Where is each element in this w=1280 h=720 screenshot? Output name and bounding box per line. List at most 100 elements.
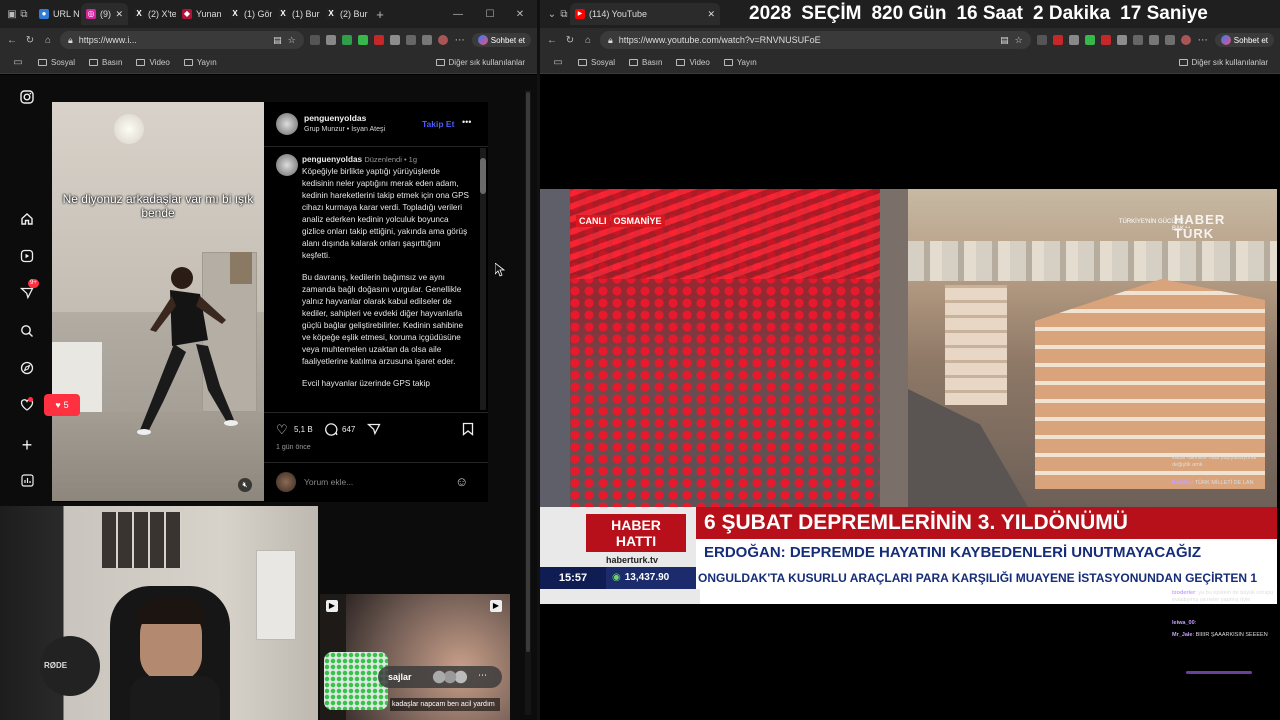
left-url-text[interactable]: https://www.i... (79, 35, 137, 45)
bookmark-folder[interactable]: Sosyal (578, 58, 615, 67)
youtube-player[interactable]: CANLI OSMANİYE TÜRKİYE'NİN GÜCÜNE BAK HA… (540, 189, 1277, 604)
sidebar-toggle-icon[interactable]: ▣ (6, 9, 18, 20)
bookmark-folder[interactable]: Basın (629, 58, 662, 67)
extension-icon[interactable] (389, 35, 400, 45)
bookmark-folder[interactable]: Yayın (183, 58, 217, 67)
like-count[interactable]: 5,1 B (294, 425, 313, 434)
collections-icon[interactable] (421, 35, 432, 45)
tab-item[interactable]: X(1) Gön✕ (225, 3, 272, 25)
split-screen-icon[interactable] (405, 35, 416, 45)
explore-nav-icon[interactable] (14, 361, 40, 381)
chat-username[interactable]: leiwa_00 (1172, 620, 1195, 626)
avatar[interactable] (276, 113, 298, 135)
right-address-bar[interactable]: 🔒︎ https://www.youtube.com/watch?v=RNVNU… (600, 31, 1031, 49)
workspaces-icon[interactable]: ⧉ (18, 9, 30, 20)
more-options-icon[interactable]: ••• (462, 117, 471, 127)
avatar[interactable] (276, 154, 298, 176)
new-tab-icon[interactable]: + (374, 7, 386, 22)
reader-icon[interactable]: ▤ (273, 35, 282, 46)
tab-close-icon[interactable]: ✕ (707, 9, 715, 20)
post-username[interactable]: penguenyoldas (304, 113, 366, 123)
minimize-icon[interactable]: — (452, 9, 464, 20)
extension-icon[interactable] (1052, 35, 1063, 45)
caption-username[interactable]: penguenyoldas (302, 155, 362, 164)
more-icon[interactable]: ⋯ (454, 35, 466, 46)
sidebar-toggle-icon[interactable]: ⌄ (546, 9, 558, 20)
reel-preview[interactable]: ▶ ▶ sajlar ⋯ kadaşlar napcam ben acil ya… (320, 594, 510, 720)
extension-icon[interactable] (1068, 35, 1079, 45)
caption-scroll-thumb[interactable] (480, 158, 486, 194)
home-icon[interactable]: ⌂ (42, 35, 54, 46)
close-window-icon[interactable]: ✕ (514, 9, 526, 20)
tab-item[interactable]: ●URL Ni✕ (34, 3, 80, 25)
comment-icon[interactable] (324, 422, 338, 441)
reel-play-icon[interactable]: ▶ (326, 600, 338, 612)
tab-item[interactable]: X(2) Burı✕ (321, 3, 368, 25)
emoji-icon[interactable]: ☺ (455, 474, 468, 489)
tab-close-icon[interactable]: ✕ (115, 9, 123, 20)
extension-icon[interactable] (1132, 35, 1143, 45)
back-icon[interactable]: ← (546, 35, 558, 46)
right-url-text[interactable]: https://www.youtube.com/watch?v=RNVNUSUF… (619, 35, 821, 45)
tab-item[interactable]: X(1) Burı✕ (273, 3, 320, 25)
copilot-button[interactable]: Sohbet et (471, 33, 531, 47)
other-bookmarks-folder[interactable]: Diğer sık kullanılanlar (1178, 58, 1268, 67)
bookmark-folder[interactable]: Basın (89, 58, 122, 67)
extension-icon[interactable] (357, 35, 368, 45)
profile-avatar[interactable] (437, 35, 448, 45)
chat-username[interactable]: Kokliliq (1172, 480, 1192, 486)
extension-icon[interactable] (373, 35, 384, 45)
extension-icon[interactable] (1100, 35, 1111, 45)
extension-icon[interactable] (1084, 35, 1095, 45)
mute-icon[interactable]: 🔇︎ (238, 478, 252, 492)
reader-icon[interactable]: ▤ (1000, 35, 1009, 46)
comment-input[interactable]: Yorum ekle... (304, 477, 353, 487)
tab-item[interactable]: ◎ (9) ✕ (81, 3, 128, 25)
tab-youtube[interactable]: ▶ (114) YouTube ✕ (570, 3, 720, 25)
workspaces-icon[interactable]: ⧉ (558, 9, 570, 20)
comment-count[interactable]: 647 (342, 425, 355, 434)
maximize-icon[interactable]: ☐ (484, 9, 496, 20)
back-icon[interactable]: ← (6, 35, 18, 46)
home-icon[interactable]: ⌂ (582, 35, 594, 46)
favorites-icon[interactable]: ▭ (12, 57, 24, 68)
bookmark-folder[interactable]: Video (136, 58, 170, 67)
reel-play-icon[interactable]: ▶ (490, 600, 502, 612)
home-nav-icon[interactable] (14, 212, 40, 232)
like-icon[interactable]: ♡ (276, 422, 288, 438)
star-icon[interactable]: ☆ (288, 35, 296, 46)
messages-nav-icon[interactable]: 9+ (14, 279, 40, 306)
chat-username[interactable]: tzoderler (1172, 590, 1195, 596)
bookmark-folder[interactable]: Yayın (723, 58, 757, 67)
reload-icon[interactable]: ↻ (564, 35, 576, 46)
tab-item[interactable]: ◆Yunan✕ (177, 3, 224, 25)
post-subtitle[interactable]: Grup Munzur • İsyan Ateşi (304, 126, 385, 133)
instagram-logo-icon[interactable] (14, 90, 40, 110)
notifications-nav-icon[interactable] (14, 397, 40, 418)
split-screen-icon[interactable] (1148, 35, 1159, 45)
favorites-icon[interactable]: ▭ (552, 57, 564, 68)
bookmark-folder[interactable]: Video (676, 58, 710, 67)
dashboard-nav-icon[interactable] (14, 473, 40, 493)
more-icon[interactable]: ⋯ (1197, 35, 1209, 46)
tab-item[interactable]: X(2) X'te✕ (129, 3, 176, 25)
follow-button[interactable]: Takip Et (422, 119, 454, 129)
save-icon[interactable] (462, 422, 474, 441)
bookmark-folder[interactable]: Sosyal (38, 58, 75, 67)
copilot-button[interactable]: Sohbet et (1214, 33, 1274, 47)
search-nav-icon[interactable] (14, 324, 40, 344)
extension-icon[interactable] (309, 35, 320, 45)
other-bookmarks-folder[interactable]: Diğer sık kullanılanlar (435, 58, 525, 67)
extension-icon[interactable] (325, 35, 336, 45)
collections-icon[interactable] (1164, 35, 1175, 45)
post-video[interactable]: Ne diyonuz arkadaşlar var mı bi ışık ben… (52, 102, 264, 501)
create-nav-icon[interactable]: + (14, 435, 40, 455)
profile-avatar[interactable] (1180, 35, 1191, 45)
share-icon[interactable] (366, 422, 381, 441)
page-scroll-thumb[interactable] (526, 92, 530, 652)
reload-icon[interactable]: ↻ (24, 35, 36, 46)
left-address-bar[interactable]: 🔒︎ https://www.i... ▤ ☆ (60, 31, 304, 49)
extension-icon[interactable] (341, 35, 352, 45)
star-icon[interactable]: ☆ (1015, 35, 1023, 46)
extension-icon[interactable] (1116, 35, 1127, 45)
